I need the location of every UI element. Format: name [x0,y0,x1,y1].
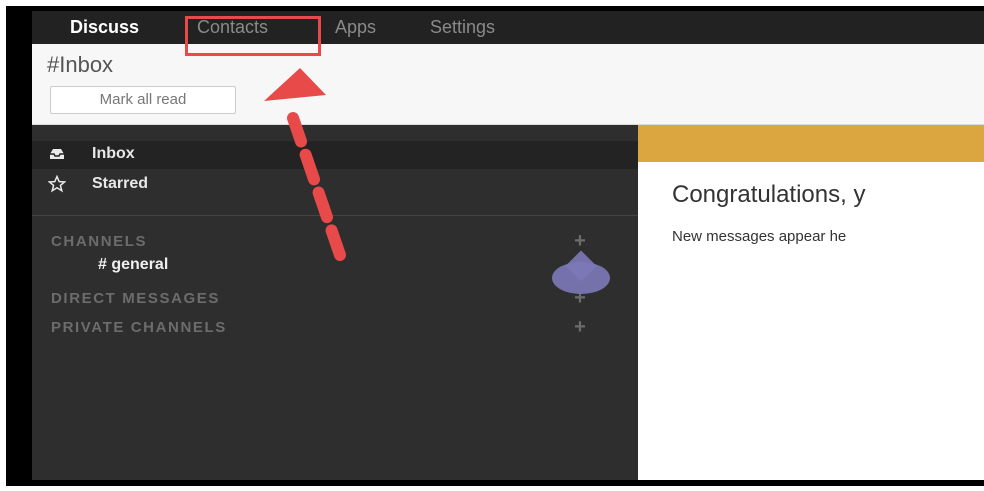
arrow-head-icon [264,68,326,101]
arrow-annotation [264,68,346,261]
drop-marker-icon [552,262,610,294]
dashed-arrow-shaft [287,112,346,261]
